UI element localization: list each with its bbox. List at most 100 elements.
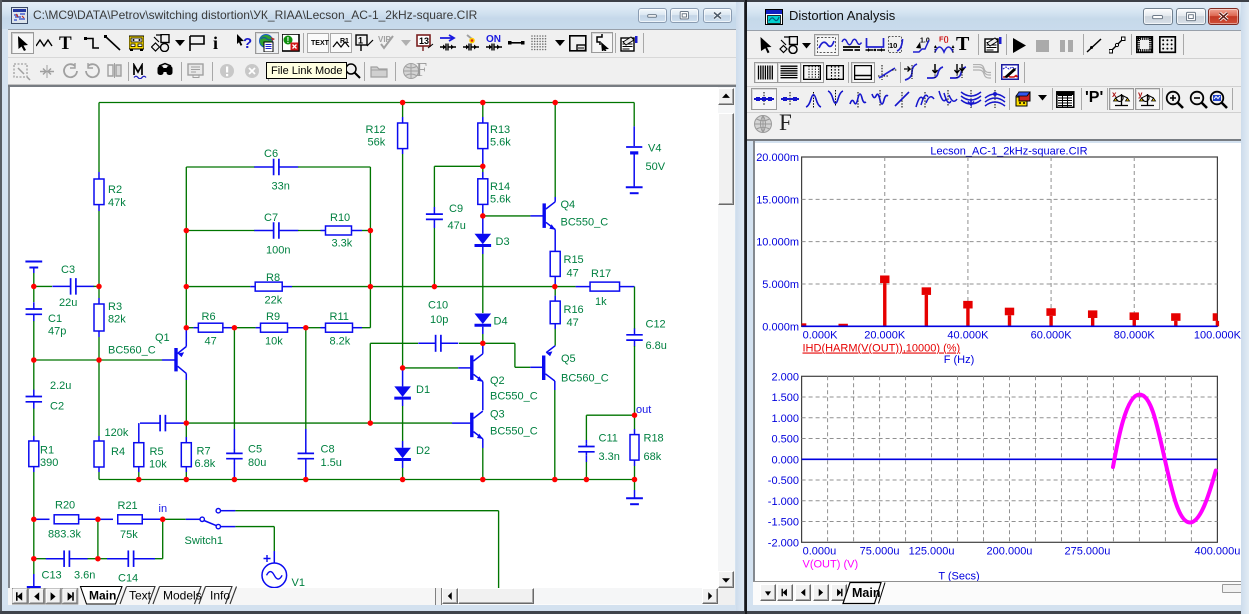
svg-text:Info: Info: [210, 589, 230, 603]
svg-text:Q4: Q4: [561, 199, 576, 211]
svg-text:5.6k: 5.6k: [490, 137, 511, 149]
svg-text:R6: R6: [202, 311, 216, 323]
svg-text:0.000m: 0.000m: [762, 321, 799, 333]
svg-text:47: 47: [567, 317, 579, 329]
svg-text:R5: R5: [150, 446, 164, 458]
svg-text:5.000m: 5.000m: [762, 279, 799, 291]
svg-text:F(): F(): [939, 35, 949, 44]
svg-text:V4: V4: [648, 143, 661, 155]
svg-text:8.2k: 8.2k: [330, 336, 351, 348]
svg-text:47: 47: [205, 336, 217, 348]
svg-text:883.3k: 883.3k: [48, 529, 82, 541]
svg-text:-2.000: -2.000: [768, 537, 799, 549]
svg-text:6.8k: 6.8k: [195, 458, 216, 470]
svg-text:R14: R14: [490, 181, 510, 193]
svg-text:C9: C9: [449, 203, 463, 215]
svg-text:R7: R7: [197, 446, 211, 458]
svg-text:C8: C8: [321, 444, 335, 456]
svg-text:47p: 47p: [48, 326, 66, 338]
svg-text:R16: R16: [564, 304, 584, 316]
svg-text:20.000m: 20.000m: [756, 152, 799, 164]
svg-text:R12: R12: [366, 124, 386, 136]
svg-text:60.000K: 60.000K: [1031, 330, 1073, 342]
svg-text:82k: 82k: [108, 314, 126, 326]
svg-text:1k: 1k: [595, 296, 607, 308]
svg-text:22u: 22u: [59, 297, 77, 309]
svg-text:0.500: 0.500: [771, 434, 799, 446]
svg-text:Lecson_AC-1_2kHz-square.CIR: Lecson_AC-1_2kHz-square.CIR: [930, 146, 1087, 158]
svg-text:2.000: 2.000: [771, 371, 799, 383]
svg-text:13: 13: [419, 36, 429, 46]
svg-text:D2: D2: [416, 445, 430, 457]
svg-text:80u: 80u: [248, 457, 266, 469]
svg-text:75.000u: 75.000u: [860, 546, 900, 558]
svg-text:C6: C6: [264, 148, 278, 160]
svg-text:120k: 120k: [105, 427, 129, 439]
svg-text:R21: R21: [118, 500, 138, 512]
svg-text:R10: R10: [330, 212, 350, 224]
svg-text:80.000K: 80.000K: [1114, 330, 1156, 342]
svg-text:C7: C7: [264, 212, 278, 224]
svg-text:40.000K: 40.000K: [947, 330, 989, 342]
svg-text:D3: D3: [496, 236, 510, 248]
svg-text:C12: C12: [646, 319, 666, 331]
svg-text:-0.500: -0.500: [768, 475, 799, 487]
svg-text:R4: R4: [111, 446, 125, 458]
svg-text:F (Hz): F (Hz): [944, 354, 975, 366]
svg-text:D1: D1: [416, 384, 430, 396]
svg-text:200.000u: 200.000u: [987, 546, 1033, 558]
svg-text:BC550_C: BC550_C: [490, 426, 538, 438]
svg-text:47u: 47u: [448, 220, 466, 232]
svg-text:68k: 68k: [644, 451, 662, 463]
svg-text:out: out: [636, 404, 651, 416]
svg-text:R11: R11: [330, 311, 349, 323]
svg-text:2.2u: 2.2u: [50, 380, 71, 392]
svg-text:10p: 10p: [430, 314, 448, 326]
svg-text:R15: R15: [564, 254, 584, 266]
svg-text:R17: R17: [591, 268, 611, 280]
svg-text:R18: R18: [644, 433, 664, 445]
svg-text:BC560_C: BC560_C: [561, 373, 609, 385]
svg-text:0.000u: 0.000u: [803, 546, 837, 558]
svg-text:D4: D4: [494, 316, 508, 328]
svg-text:0.000: 0.000: [771, 454, 799, 466]
svg-text:3.3n: 3.3n: [599, 451, 620, 463]
svg-text:R3: R3: [108, 301, 122, 313]
svg-text:?: ?: [243, 35, 252, 52]
svg-text:6.8u: 6.8u: [646, 340, 667, 352]
svg-text:C1: C1: [48, 313, 62, 325]
svg-text:390: 390: [40, 457, 58, 469]
svg-text:C5: C5: [248, 444, 262, 456]
svg-text:100.000K: 100.000K: [1194, 330, 1242, 342]
svg-text:Main: Main: [89, 589, 116, 603]
svg-text:15.000m: 15.000m: [756, 194, 799, 206]
svg-text:10k: 10k: [265, 336, 283, 348]
svg-text:275.000u: 275.000u: [1065, 546, 1111, 558]
svg-text:1.000: 1.000: [771, 413, 799, 425]
svg-text:75k: 75k: [120, 529, 138, 541]
svg-text:C2: C2: [50, 401, 64, 413]
svg-text:3.6n: 3.6n: [74, 570, 95, 582]
svg-text:33n: 33n: [272, 181, 290, 193]
svg-text:-1.500: -1.500: [768, 517, 799, 529]
svg-text:BC560_C: BC560_C: [108, 345, 156, 357]
svg-text:Text: Text: [129, 589, 152, 603]
svg-text:1.500: 1.500: [771, 392, 799, 404]
svg-text:47k: 47k: [108, 197, 126, 209]
svg-text:R9: R9: [266, 311, 280, 323]
svg-text:Q1: Q1: [155, 332, 170, 344]
svg-text:V(OUT) (V): V(OUT) (V): [803, 559, 859, 571]
svg-text:R20: R20: [55, 500, 75, 512]
svg-text:C14: C14: [118, 573, 138, 585]
svg-text:0.000K: 0.000K: [803, 330, 839, 342]
svg-text:BC550_C: BC550_C: [490, 391, 538, 403]
svg-text:BC550_C: BC550_C: [561, 217, 609, 229]
svg-text:in: in: [159, 503, 168, 515]
svg-text:R1: R1: [40, 445, 54, 457]
svg-text:R13: R13: [490, 124, 510, 136]
svg-text:Models: Models: [163, 589, 202, 603]
svg-text:47: 47: [567, 268, 579, 280]
svg-text:C10: C10: [428, 300, 448, 312]
svg-text:10k: 10k: [149, 459, 167, 471]
svg-text:-1.000: -1.000: [768, 496, 799, 508]
